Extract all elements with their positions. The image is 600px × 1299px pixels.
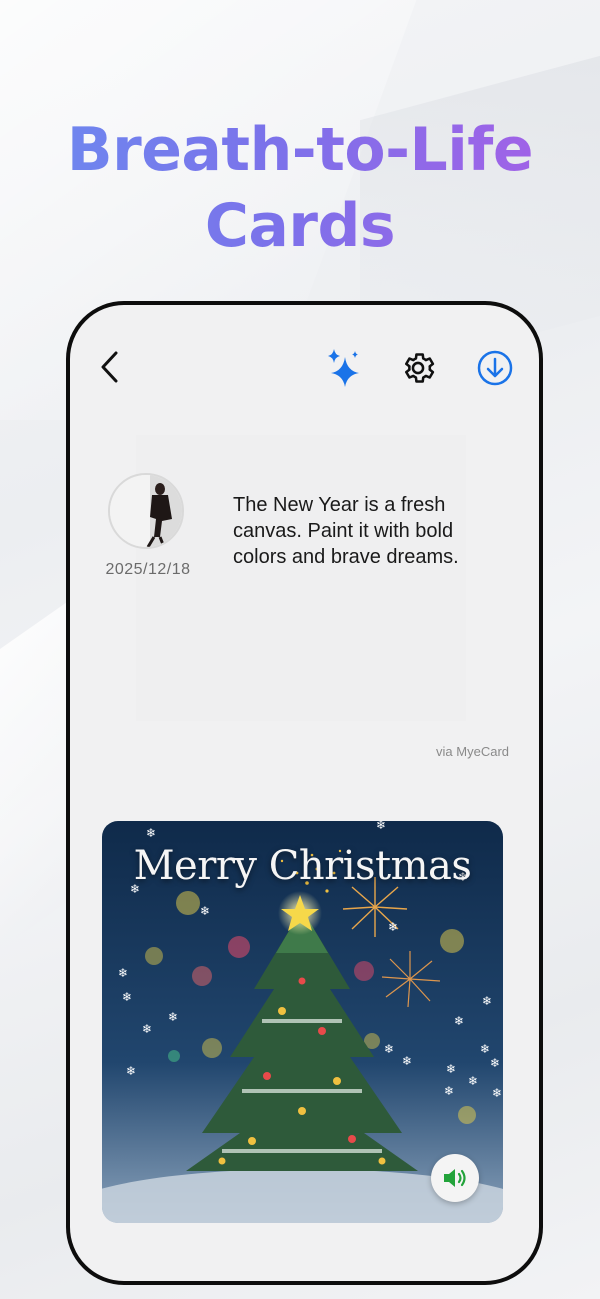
svg-text:❄: ❄ (482, 994, 492, 1008)
svg-text:❄: ❄ (142, 1022, 152, 1036)
svg-text:❄: ❄ (126, 1064, 136, 1078)
svg-text:❄: ❄ (492, 1086, 502, 1100)
message-date: 2025/12/18 (105, 561, 191, 578)
svg-text:❄: ❄ (480, 1042, 490, 1056)
svg-text:❄: ❄ (490, 1056, 500, 1070)
gear-icon (405, 353, 435, 383)
svg-text:❄: ❄ (118, 966, 128, 980)
svg-text:❄: ❄ (446, 1062, 456, 1076)
sparkle-icon (328, 349, 359, 387)
svg-text:❄: ❄ (388, 920, 398, 934)
svg-text:❄: ❄ (384, 1042, 394, 1056)
settings-button[interactable] (396, 346, 440, 390)
svg-text:❄: ❄ (402, 1054, 412, 1068)
chevron-left-icon (101, 351, 118, 383)
svg-text:❄: ❄ (376, 821, 386, 832)
card-title: Merry Christmas (133, 843, 472, 889)
christmas-card-image[interactable]: ❄ ❄ ❄ ❄ ❄ ❄ ❄ ❄ ❄ ❄ ❄ ❄ ❄ ❄ ❄ ❄ ❄ ❄ ❄ ❄ ❄ Merry Christ… (102, 821, 503, 1223)
download-icon (477, 350, 513, 386)
svg-text:❄: ❄ (454, 1014, 464, 1028)
svg-text:❄: ❄ (146, 826, 156, 840)
svg-text:❄: ❄ (122, 990, 132, 1004)
svg-text:❄: ❄ (444, 1084, 454, 1098)
ai-sparkle-button[interactable] (323, 346, 367, 390)
message-text: The New Year is a fresh canvas. Paint it… (233, 494, 459, 568)
sound-toggle-button[interactable] (431, 1154, 479, 1202)
svg-text:❄: ❄ (168, 1010, 178, 1024)
download-button[interactable] (473, 346, 517, 390)
top-bar (70, 305, 539, 425)
svg-text:❄: ❄ (200, 904, 210, 918)
avatar[interactable] (108, 473, 184, 549)
headline-line-2: Cards (0, 188, 600, 264)
back-button[interactable] (88, 345, 132, 389)
via-attribution: via MyeCard (436, 744, 509, 759)
svg-text:❄: ❄ (468, 1074, 478, 1088)
speaker-icon (444, 1169, 466, 1187)
headline: Breath-to-Life Cards (0, 112, 600, 264)
headline-line-1: Breath-to-Life (0, 112, 600, 188)
phone-frame: 2025/12/18 The New Year is a fresh canva… (66, 301, 543, 1285)
